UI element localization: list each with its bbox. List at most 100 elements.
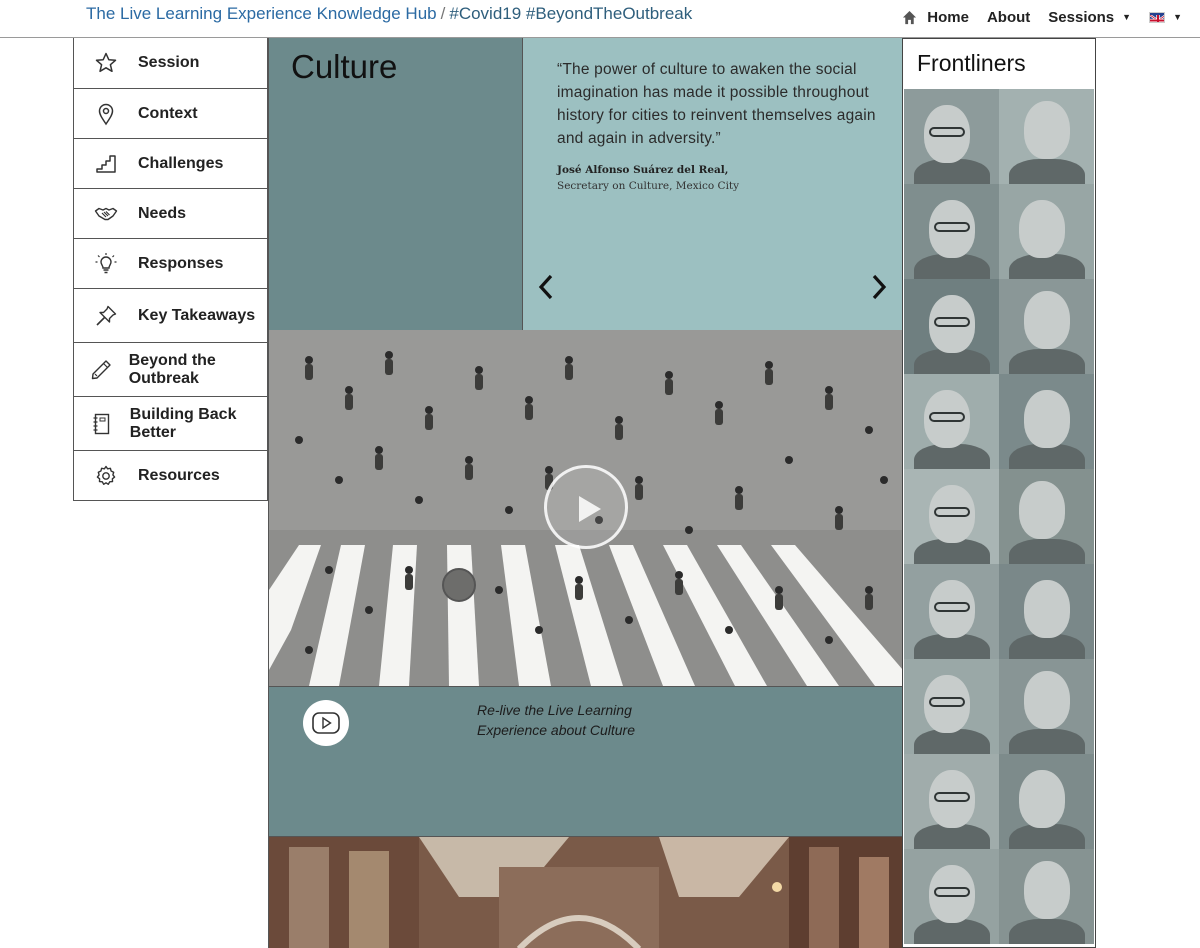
language-dropdown[interactable]: ▼ — [1149, 11, 1182, 23]
frontliner-portrait[interactable] — [999, 849, 1094, 944]
video-player[interactable] — [268, 330, 902, 686]
uk-flag-icon — [1149, 11, 1166, 23]
pencil-icon — [74, 358, 129, 382]
portrait-head — [1024, 580, 1070, 638]
sidebar-item-challenges[interactable]: Challenges — [74, 138, 267, 188]
portrait-body — [1009, 729, 1085, 754]
portrait-glasses — [934, 507, 970, 517]
nav-sessions-dropdown[interactable]: Sessions ▼ — [1048, 9, 1131, 26]
frontliner-portrait[interactable] — [999, 374, 1094, 469]
sidebar-item-session[interactable]: Session — [74, 38, 267, 88]
quote-carousel: “The power of culture to awaken the soci… — [522, 38, 902, 330]
map-pin-icon — [74, 102, 138, 126]
quote-author-role: Secretary on Culture, Mexico City — [557, 180, 740, 192]
play-icon — [579, 496, 601, 522]
portrait-head — [1024, 390, 1070, 448]
frontliner-portrait[interactable] — [904, 659, 999, 754]
portrait-head — [1024, 291, 1070, 349]
video-caption-panel: Re-live the Live Learning Experience abo… — [268, 686, 902, 836]
main-nav: Home About Sessions ▼ ▼ — [902, 0, 1200, 34]
handshake-icon — [74, 202, 138, 226]
frontliner-portrait[interactable] — [999, 184, 1094, 279]
portrait-glasses — [934, 602, 970, 612]
frontliner-portrait[interactable] — [999, 89, 1094, 184]
star-icon — [74, 51, 138, 75]
sidebar-item-needs[interactable]: Needs — [74, 188, 267, 238]
portrait-body — [1009, 539, 1085, 564]
sidebar-item-label: Session — [138, 54, 200, 71]
sidebar-item-label: Resources — [138, 466, 220, 484]
nav-about[interactable]: About — [987, 9, 1030, 26]
sidebar-nav: Session Context Challenges Needs Respons… — [73, 38, 268, 501]
hashtag-breadcrumb[interactable]: #Covid19 #BeyondTheOutbreak — [449, 4, 692, 23]
sidebar-item-responses[interactable]: Responses — [74, 238, 267, 288]
frontliner-portrait[interactable] — [904, 564, 999, 659]
frontliner-portrait[interactable] — [904, 184, 999, 279]
top-header: The Live Learning Experience Knowledge H… — [0, 0, 1200, 38]
frontliner-portrait[interactable] — [904, 374, 999, 469]
site-title-link[interactable]: The Live Learning Experience Knowledge H… — [86, 4, 437, 23]
nav-home[interactable]: Home — [902, 9, 969, 26]
frontliner-portrait[interactable] — [999, 564, 1094, 659]
sidebar-item-label: Key Takeaways — [138, 306, 256, 324]
frontliner-portrait[interactable] — [999, 469, 1094, 564]
portrait-head — [1019, 200, 1065, 258]
portrait-glasses — [929, 412, 965, 422]
sidebar-item-label: Needs — [138, 204, 187, 222]
portrait-body — [1009, 159, 1085, 184]
frontliners-title: Frontliners — [917, 50, 1026, 76]
portrait-head — [1024, 671, 1070, 729]
caret-down-icon: ▼ — [1122, 12, 1132, 22]
sidebar-item-key-takeaways[interactable]: Key Takeaways — [74, 288, 267, 342]
gear-icon — [74, 464, 138, 488]
frontliners-panel: Frontliners — [902, 38, 1096, 948]
sidebar-item-context[interactable]: Context — [74, 88, 267, 138]
portrait-glasses — [934, 792, 970, 802]
frontliner-portrait[interactable] — [999, 754, 1094, 849]
lightbulb-icon — [74, 252, 138, 276]
sidebar-item-label: Responses — [138, 254, 224, 272]
carousel-prev-button[interactable] — [535, 270, 557, 304]
portrait-glasses — [929, 127, 965, 137]
notebook-icon — [74, 412, 130, 436]
frontliner-portrait[interactable] — [999, 279, 1094, 374]
youtube-button[interactable] — [303, 700, 349, 746]
frontliner-portrait[interactable] — [904, 279, 999, 374]
quote-author: José Alfonso Suárez del Real, — [557, 164, 729, 176]
portrait-glasses — [934, 222, 970, 232]
portrait-glasses — [934, 317, 970, 327]
frontliner-portrait[interactable] — [999, 659, 1094, 754]
carousel-next-button[interactable] — [868, 270, 890, 304]
chevron-left-icon — [538, 274, 553, 300]
frontliner-portrait[interactable] — [904, 849, 999, 944]
play-button[interactable] — [544, 465, 628, 549]
frontliner-portrait[interactable] — [904, 469, 999, 564]
video-caption: Re-live the Live Learning Experience abo… — [477, 702, 635, 738]
stairs-icon — [74, 152, 138, 176]
sidebar-item-label: Context — [138, 104, 198, 122]
portrait-body — [1009, 349, 1085, 374]
frontliner-portrait[interactable] — [904, 89, 999, 184]
frontliner-portrait[interactable] — [904, 754, 999, 849]
page-title: Culture — [291, 48, 398, 85]
quote-text: “The power of culture to awaken the soci… — [557, 61, 876, 147]
portrait-body — [1009, 919, 1085, 944]
sidebar-item-resources[interactable]: Resources — [74, 450, 267, 500]
arcade-image — [269, 837, 902, 948]
sidebar-item-label: Building Back Better — [129, 405, 237, 441]
portrait-head — [1024, 101, 1070, 159]
caret-down-icon: ▼ — [1173, 12, 1182, 22]
arcade-photo — [268, 836, 902, 948]
sidebar-item-building-back-better[interactable]: Building Back Better — [74, 396, 267, 450]
sidebar-item-label: Beyond the Outbreak — [128, 351, 216, 387]
breadcrumb-separator: / — [440, 4, 446, 23]
portrait-glasses — [929, 697, 965, 707]
frontliners-grid — [904, 89, 1095, 944]
pin-icon — [74, 304, 138, 328]
nav-home-label: Home — [927, 8, 969, 26]
chevron-right-icon — [872, 274, 887, 300]
breadcrumb: The Live Learning Experience Knowledge H… — [86, 4, 692, 24]
home-icon — [903, 10, 917, 24]
sidebar-item-beyond-the-outbreak[interactable]: Beyond the Outbreak — [74, 342, 267, 396]
culture-title-panel: Culture — [268, 38, 522, 330]
